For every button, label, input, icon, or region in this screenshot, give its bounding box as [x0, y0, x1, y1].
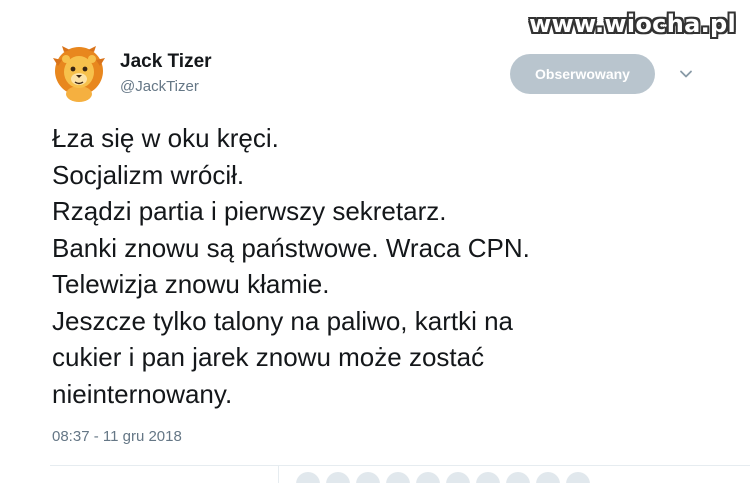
tweet-text: Łza się w oku kręci. Socjalizm wrócił. R…: [52, 120, 702, 412]
tweet-line: Banki znowu są państwowe. Wraca CPN.: [52, 232, 530, 263]
tweet-line: Łza się w oku kręci.: [52, 123, 279, 153]
tweet-line: Rządzi partia i pierwszy sekretarz.: [52, 196, 447, 226]
tweet-line: cukier i pan jarek znowu może zostać: [52, 342, 485, 372]
following-button[interactable]: Obserwowany: [510, 54, 655, 94]
watermark: www.wiocha.pl: [529, 10, 736, 38]
avatar[interactable]: [296, 472, 320, 483]
divider: [50, 465, 750, 466]
avatar[interactable]: [476, 472, 500, 483]
tweet-line: Jeszcze tylko talony na paliwo, kartki n…: [52, 305, 513, 336]
tweet-card: www.wiocha.pl Jack Tizer @JackTizer Obse…: [0, 0, 750, 483]
tweet-timestamp[interactable]: 08:37 - 11 gru 2018: [52, 428, 182, 445]
avatar[interactable]: [536, 472, 560, 483]
avatar[interactable]: [416, 472, 440, 483]
tweet-line: Socjalizm wrócił.: [52, 159, 245, 190]
avatar[interactable]: [506, 472, 530, 483]
chevron-down-icon[interactable]: [678, 66, 694, 82]
avatar[interactable]: [326, 472, 350, 483]
author-name[interactable]: Jack Tizer: [120, 51, 212, 73]
stats-divider: [278, 466, 279, 483]
tweet-line: Telewizja znowu kłamie.: [52, 269, 330, 299]
avatar[interactable]: [566, 472, 590, 483]
avatar[interactable]: [386, 472, 410, 483]
avatar[interactable]: [446, 472, 470, 483]
author-handle[interactable]: @JackTizer: [120, 78, 199, 95]
tweet-line: nieinternowany.: [52, 378, 233, 409]
avatar[interactable]: [356, 472, 380, 483]
lion-avatar-icon[interactable]: [50, 44, 108, 102]
likers-facepile[interactable]: [296, 472, 596, 483]
